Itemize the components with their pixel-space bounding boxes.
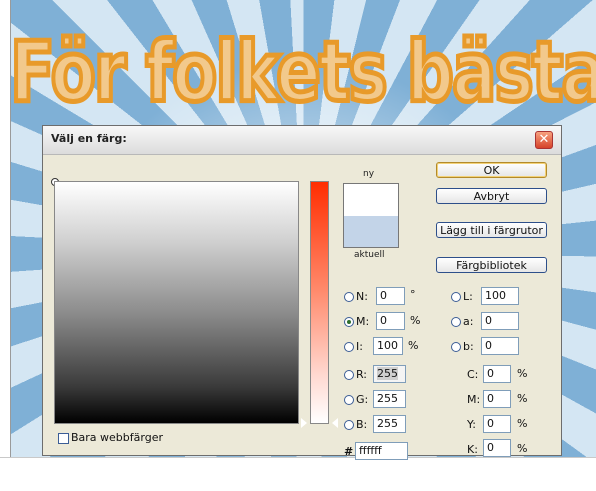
brightness-unit: % — [408, 339, 419, 352]
a-input[interactable]: 0 — [481, 312, 519, 330]
radio-red[interactable] — [344, 370, 354, 380]
saturation-input[interactable]: 0 — [376, 312, 405, 330]
a-label: a: — [463, 315, 474, 328]
cyan-unit: % — [517, 367, 528, 380]
yellow-input[interactable]: 0 — [483, 415, 511, 433]
close-button[interactable]: ✕ — [535, 131, 553, 149]
magenta-input[interactable]: 0 — [483, 390, 511, 408]
cyan-label: C: — [467, 368, 479, 381]
color-field[interactable] — [54, 181, 299, 424]
new-color-label: ny — [363, 169, 375, 179]
black-label: K: — [467, 443, 478, 456]
red-input-value: 255 — [377, 367, 398, 380]
blue-input[interactable]: 255 — [373, 415, 406, 433]
green-label: G: — [356, 393, 369, 406]
radio-a[interactable] — [451, 317, 461, 327]
current-color-swatch[interactable] — [344, 216, 398, 247]
lightness-label: L: — [463, 290, 473, 303]
saturation-unit: % — [410, 314, 421, 327]
slider-handle-right-icon[interactable] — [332, 418, 338, 428]
hue-unit: ° — [410, 288, 416, 301]
radio-hue[interactable] — [344, 292, 354, 302]
magenta-unit: % — [517, 392, 528, 405]
brightness-label: I: — [356, 340, 363, 353]
close-icon: ✕ — [538, 132, 550, 147]
green-input[interactable]: 255 — [373, 390, 406, 408]
yellow-unit: % — [517, 417, 528, 430]
radio-brightness[interactable] — [344, 342, 354, 352]
hex-label: # — [344, 445, 354, 458]
web-colors-only-label: Bara webbfärger — [71, 431, 163, 444]
titlebar: Välj en färg: ✕ — [43, 126, 561, 155]
color-picker-dialog: Välj en färg: ✕ ny aktuell OK Avbryt Läg… — [42, 125, 562, 460]
brightness-input[interactable]: 100 — [373, 337, 403, 355]
radio-blue[interactable] — [344, 420, 354, 430]
cancel-button[interactable]: Avbryt — [436, 188, 547, 204]
headline-banner: För folkets bästa! — [11, 21, 596, 122]
hue-slider[interactable] — [310, 181, 329, 424]
slider-handle-left-icon[interactable] — [301, 418, 307, 428]
b-lab-input[interactable]: 0 — [481, 337, 519, 355]
yellow-label: Y: — [467, 418, 476, 431]
hue-label: N: — [356, 290, 368, 303]
lightness-input[interactable]: 100 — [481, 287, 519, 305]
radio-lightness[interactable] — [451, 292, 461, 302]
ok-button[interactable]: OK — [436, 162, 547, 178]
hue-input[interactable]: 0 — [376, 287, 405, 305]
saturation-label: M: — [356, 315, 370, 328]
color-swatch — [343, 183, 399, 248]
hex-input[interactable]: ffffff — [355, 442, 408, 460]
bottom-strip — [0, 457, 596, 491]
headline-text: För folkets bästa! — [11, 21, 596, 122]
b-lab-label: b: — [463, 340, 474, 353]
radio-green[interactable] — [344, 395, 354, 405]
web-colors-only-checkbox[interactable] — [58, 433, 69, 444]
magenta-label: M: — [467, 393, 481, 406]
blue-label: B: — [356, 418, 368, 431]
current-color-label: aktuell — [354, 250, 385, 260]
red-input[interactable]: 255 — [373, 365, 406, 383]
new-color-swatch — [344, 184, 398, 216]
black-input[interactable]: 0 — [483, 439, 511, 457]
black-unit: % — [517, 442, 528, 455]
color-library-button[interactable]: Färgbibliotek — [436, 257, 547, 273]
radio-b-lab[interactable] — [451, 342, 461, 352]
add-to-swatches-button[interactable]: Lägg till i färgrutor — [436, 222, 547, 238]
cyan-input[interactable]: 0 — [483, 365, 511, 383]
red-label: R: — [356, 368, 368, 381]
dialog-title: Välj en färg: — [51, 132, 127, 145]
frame-border — [10, 0, 11, 457]
radio-saturation[interactable] — [344, 317, 354, 327]
